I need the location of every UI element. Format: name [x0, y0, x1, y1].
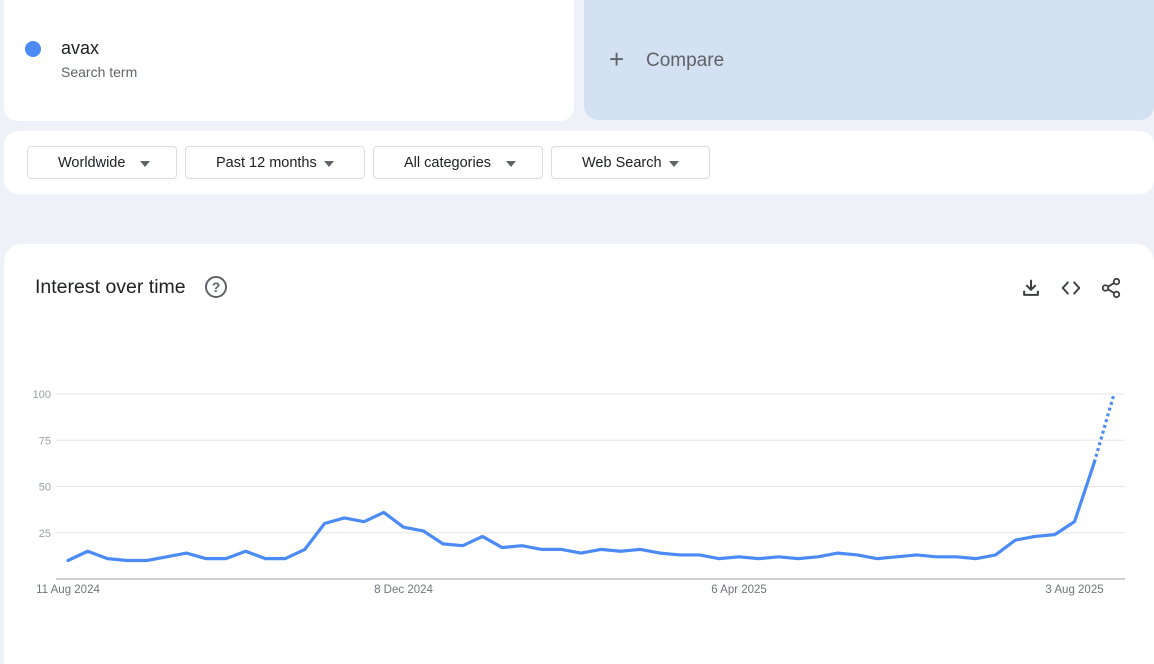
- compare-label: Compare: [646, 50, 725, 71]
- filter-bar: Worldwide Past 12 months All categories …: [4, 131, 1154, 194]
- x-tick-label: 8 Dec 2024: [374, 584, 433, 596]
- y-tick-label: 25: [39, 528, 51, 540]
- share-icon[interactable]: [1100, 277, 1122, 299]
- interest-over-time-card: 25 50 75 100 11 Aug 2024 8 Dec 2024 6 Apr 2025…: [4, 244, 1154, 664]
- category-dropdown[interactable]: All categories: [373, 146, 543, 179]
- period-dropdown[interactable]: Past 12 months: [185, 146, 365, 179]
- region-dropdown[interactable]: Worldwide: [27, 146, 177, 179]
- caret-down-icon: [324, 161, 334, 167]
- interest-over-time-chart: 25 50 75 100 11 Aug 2024 8 Dec 2024 6 Apr 2025…: [33, 389, 1125, 596]
- series-partial-segment: [1092, 393, 1116, 463]
- search-term-name[interactable]: avax: [61, 38, 99, 59]
- search-term-card[interactable]: avax Search term: [4, 0, 574, 121]
- region-dropdown-label: Worldwide: [58, 155, 126, 171]
- chart-title: Interest over time: [35, 276, 186, 298]
- caret-down-icon: [669, 161, 679, 167]
- question-mark-circle-icon[interactable]: ?: [205, 276, 227, 298]
- series-line-avax: [66, 460, 1096, 563]
- period-dropdown-label: Past 12 months: [216, 155, 317, 171]
- compare-button[interactable]: + Compare: [584, 0, 1154, 120]
- search-term-subtitle: Search term: [61, 64, 138, 80]
- category-dropdown-label: All categories: [404, 155, 492, 171]
- y-tick-label: 100: [33, 389, 51, 401]
- embed-code-icon[interactable]: [1060, 277, 1082, 299]
- download-icon[interactable]: [1020, 277, 1042, 299]
- term-color-dot: [25, 41, 41, 57]
- y-tick-label: 75: [39, 435, 51, 447]
- plus-icon: +: [609, 44, 625, 74]
- search-type-dropdown[interactable]: Web Search: [551, 146, 710, 179]
- caret-down-icon: [506, 161, 516, 167]
- y-tick-label: 50: [39, 482, 51, 494]
- x-tick-label: 6 Apr 2025: [711, 584, 767, 596]
- x-tick-label: 11 Aug 2024: [36, 584, 100, 596]
- caret-down-icon: [140, 161, 150, 167]
- x-tick-label: 3 Aug 2025: [1045, 584, 1103, 596]
- search-type-dropdown-label: Web Search: [582, 155, 662, 171]
